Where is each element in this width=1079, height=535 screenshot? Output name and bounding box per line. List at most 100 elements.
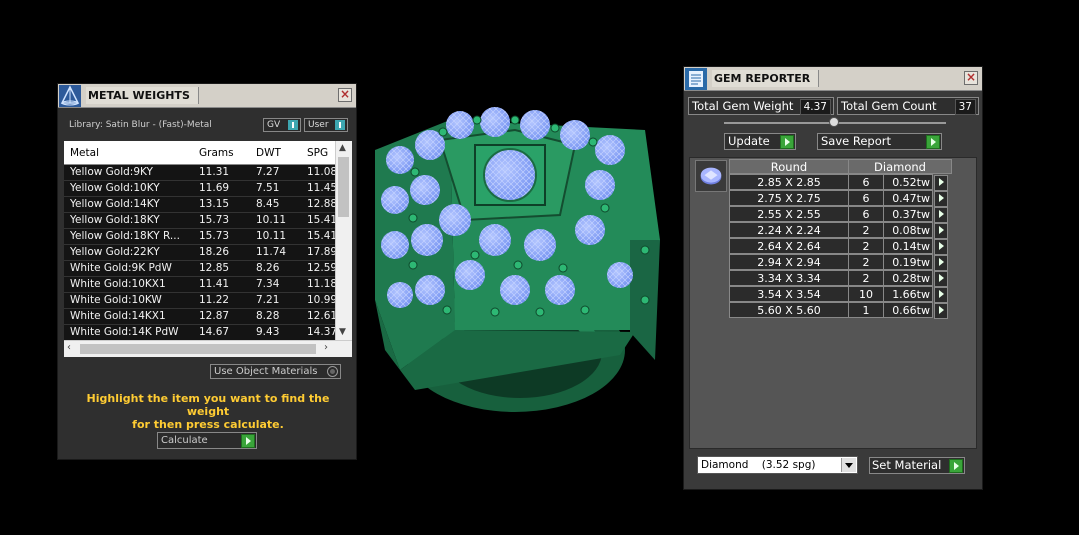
col-spg[interactable]: SPG <box>307 147 328 159</box>
play-arrow-icon[interactable] <box>934 239 948 255</box>
scroll-down-icon[interactable]: ▼ <box>339 327 346 337</box>
save-report-label: Save Report <box>821 134 892 148</box>
col-diamond: Diamond <box>848 159 952 174</box>
scroll-left-icon[interactable]: ‹ <box>67 342 71 353</box>
table-cell: 13.15 <box>199 198 230 210</box>
gem-cell: 3.34 X 3.34 <box>729 270 849 286</box>
col-metal[interactable]: Metal <box>70 147 99 159</box>
table-row[interactable]: Yellow Gold:10KY 11.69 7.51 11.45 <box>64 181 338 197</box>
close-icon[interactable]: × <box>964 71 978 85</box>
horizontal-scrollbar[interactable]: ‹ › <box>64 340 352 357</box>
play-arrow-icon[interactable] <box>926 135 940 149</box>
gem-cell: 2.64 X 2.64 <box>729 238 849 254</box>
play-arrow-icon[interactable] <box>934 175 948 191</box>
table-row[interactable]: Yellow Gold:14KY 13.15 8.45 12.88 <box>64 197 337 213</box>
table-cell: 7.21 <box>256 294 280 306</box>
play-arrow-icon[interactable] <box>241 434 255 448</box>
gem-row[interactable]: 5.60 X 5.60 1 0.66tw <box>729 302 952 319</box>
total-gem-weight-value: 4.37 <box>799 99 831 115</box>
table-cell: 11.45 <box>307 182 338 194</box>
calculate-label: Calculate <box>161 435 208 446</box>
table-cell: 11.41 <box>199 278 230 290</box>
ring-3d-model[interactable] <box>355 100 685 430</box>
table-row[interactable]: Yellow Gold:18KY 15.73 10.11 15.41 <box>64 213 337 229</box>
play-arrow-icon[interactable] <box>934 207 948 223</box>
gem-cell: 2 <box>848 254 884 270</box>
metal-weights-title: METAL WEIGHTS <box>86 87 199 104</box>
round-gem-icon[interactable] <box>695 160 727 192</box>
gem-cell: 2 <box>848 270 884 286</box>
gem-row[interactable]: 2.94 X 2.94 2 0.19tw <box>729 254 952 271</box>
col-round: Round <box>729 159 849 174</box>
gem-row[interactable]: 2.24 X 2.24 2 0.08tw <box>729 222 952 239</box>
play-arrow-icon[interactable] <box>934 271 948 287</box>
scroll-thumb[interactable] <box>338 157 349 217</box>
scroll-right-icon[interactable]: › <box>324 342 328 353</box>
play-arrow-icon[interactable] <box>934 303 948 319</box>
metal-weights-titlebar[interactable]: METAL WEIGHTS × <box>58 84 356 108</box>
set-material-button[interactable]: Set Material <box>869 457 965 474</box>
radio-icon[interactable] <box>327 366 338 377</box>
play-arrow-icon[interactable] <box>949 459 963 473</box>
table-cell: 10.99 <box>307 294 338 306</box>
gem-row[interactable]: 2.75 X 2.75 6 0.47tw <box>729 190 952 207</box>
table-row[interactable]: White Gold:14K PdW 14.67 9.43 14.37 <box>64 325 337 341</box>
gem-list-area: Round Diamond 2.85 X 2.85 6 0.52tw 2.75 X 2… <box>689 157 977 449</box>
col-grams[interactable]: Grams <box>199 147 234 159</box>
gem-reporter-panel: GEM REPORTER × Total Gem Weight 4.37 Tot… <box>683 66 983 490</box>
gem-cell: 2.94 X 2.94 <box>729 254 849 270</box>
metal-table-body: Yellow Gold:9KY 11.31 7.27 11.08 Yellow Gold… <box>64 165 338 341</box>
calculate-button[interactable]: Calculate <box>157 432 257 449</box>
play-arrow-icon[interactable] <box>934 255 948 271</box>
gem-cell: 10 <box>848 286 884 302</box>
gv-toggle[interactable]: GV <box>263 118 301 132</box>
table-row[interactable]: Yellow Gold:9KY 11.31 7.27 11.08 <box>64 165 337 181</box>
gem-reporter-titlebar[interactable]: GEM REPORTER × <box>684 67 982 91</box>
table-cell: 12.85 <box>199 262 230 274</box>
play-arrow-icon[interactable] <box>780 135 794 149</box>
material-select[interactable]: Diamond (3.52 spg) <box>697 456 858 474</box>
table-cell: 12.87 <box>199 310 230 322</box>
play-arrow-icon[interactable] <box>934 223 948 239</box>
gem-cell: 3.54 X 3.54 <box>729 286 849 302</box>
table-row[interactable]: White Gold:14KX1 12.87 8.28 12.61 <box>64 309 337 325</box>
table-row[interactable]: Yellow Gold:22KY 18.26 11.74 17.89 <box>64 245 337 261</box>
table-cell: White Gold:10KX1 <box>70 278 166 290</box>
gem-row[interactable]: 2.85 X 2.85 6 0.52tw <box>729 174 952 191</box>
table-row[interactable]: White Gold:10KW 11.22 7.21 10.99 <box>64 293 338 309</box>
table-row[interactable]: White Gold:10KX1 11.41 7.34 11.18 <box>64 277 337 293</box>
table-cell: Yellow Gold:9KY <box>70 166 153 178</box>
table-row[interactable]: White Gold:9K PdW 12.85 8.26 12.59 <box>64 261 337 277</box>
scroll-up-icon[interactable]: ▲ <box>339 143 346 153</box>
gv-toggle-label: GV <box>267 120 281 130</box>
close-icon[interactable]: × <box>338 88 352 102</box>
gem-row[interactable]: 2.64 X 2.64 2 0.14tw <box>729 238 952 255</box>
gem-row[interactable]: 2.55 X 2.55 6 0.37tw <box>729 206 952 223</box>
scroll-thumb[interactable] <box>80 344 316 354</box>
table-cell: 15.73 <box>199 214 230 226</box>
instruction-text: Highlight the item you want to find the … <box>68 392 348 431</box>
gem-table: Round Diamond 2.85 X 2.85 6 0.52tw 2.75 X 2… <box>729 159 952 319</box>
gem-slider[interactable] <box>724 117 946 127</box>
gem-cell: 2.24 X 2.24 <box>729 222 849 238</box>
save-report-button[interactable]: Save Report <box>817 133 942 150</box>
user-toggle[interactable]: User <box>304 118 348 132</box>
vertical-scrollbar[interactable]: ▲ ▼ <box>335 141 352 341</box>
table-row[interactable]: Yellow Gold:18KY R... 15.73 10.11 15.41 <box>64 229 337 245</box>
metal-weights-panel: METAL WEIGHTS × Library: Satin Blur - (F… <box>57 83 357 460</box>
play-arrow-icon[interactable] <box>934 287 948 303</box>
col-dwt[interactable]: DWT <box>256 147 281 159</box>
table-cell: 11.31 <box>199 166 230 178</box>
update-button[interactable]: Update <box>724 133 796 150</box>
gem-cell: 2.75 X 2.75 <box>729 190 849 206</box>
gem-cell: 0.28tw <box>883 270 933 286</box>
gem-row[interactable]: 3.54 X 3.54 10 1.66tw <box>729 286 952 303</box>
play-arrow-icon[interactable] <box>934 191 948 207</box>
use-object-materials-option[interactable]: Use Object Materials <box>210 364 341 379</box>
gem-cell: 2.85 X 2.85 <box>729 174 849 190</box>
gem-row[interactable]: 3.34 X 3.34 2 0.28tw <box>729 270 952 287</box>
chevron-down-icon[interactable] <box>841 458 856 472</box>
gem-reporter-title: GEM REPORTER <box>712 70 820 87</box>
slider-knob[interactable] <box>829 117 839 127</box>
gem-table-header: Round Diamond <box>729 159 952 174</box>
